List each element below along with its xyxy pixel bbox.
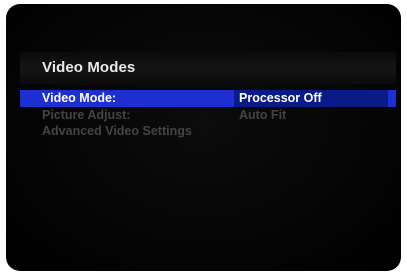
page-title: Video Modes [42, 59, 136, 76]
menu-item-picture-adjust[interactable]: Picture Adjust: Auto Fit [20, 107, 396, 123]
menu-item-value: Auto Fit [239, 108, 287, 122]
menu-item-video-mode[interactable]: Video Mode: Processor Off [20, 90, 396, 107]
screen: Video Modes Video Mode: Processor Off Pi… [0, 0, 407, 275]
menu-item-label: Video Mode: [42, 91, 117, 105]
osd-screen: Video Modes Video Mode: Processor Off Pi… [6, 4, 401, 271]
title-bar: Video Modes [20, 52, 396, 84]
osd-menu: Video Mode: Processor Off Picture Adjust… [20, 90, 396, 139]
menu-item-label: Advanced Video Settings [42, 124, 192, 138]
menu-item-advanced-video-settings[interactable]: Advanced Video Settings [20, 123, 396, 139]
menu-item-value: Processor Off [239, 91, 322, 105]
menu-item-label: Picture Adjust: [42, 108, 131, 122]
